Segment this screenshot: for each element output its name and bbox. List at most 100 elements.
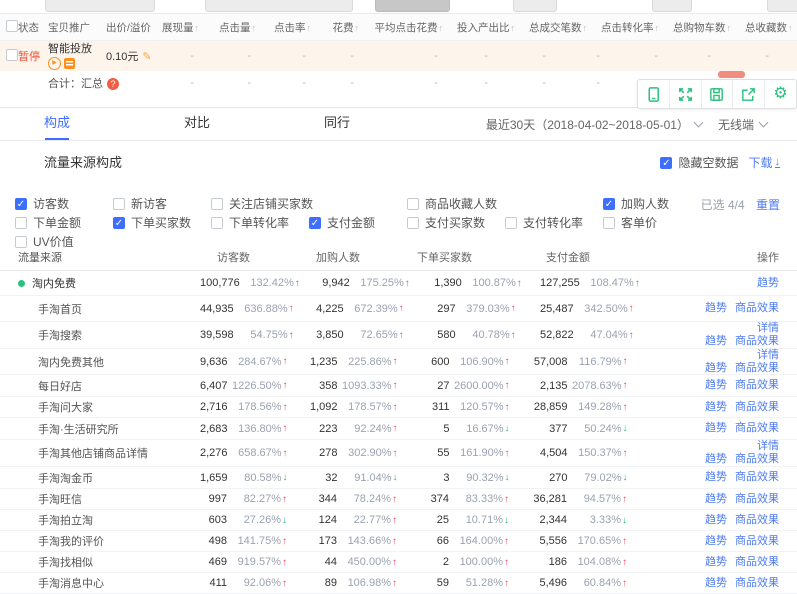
terminal-selector[interactable]: 无线端 [718,116,767,133]
edit-bid-icon[interactable]: ✎ [142,51,151,63]
metric-checkbox-关注店铺买家数[interactable]: 关注店铺买家数 [211,194,407,213]
toolbar-button-3[interactable] [375,0,450,12]
checkbox-icon[interactable]: ✓ [15,198,27,210]
product-effect-link[interactable]: 商品效果 [735,514,779,526]
product-effect-link[interactable]: 商品效果 [735,401,779,413]
trend-link[interactable]: 趋势 [705,362,727,374]
gear-icon-button[interactable]: ⚙ [765,80,796,108]
metric-checkbox-客单价[interactable]: 客单价 [603,213,701,232]
product-effect-link[interactable]: 商品效果 [735,471,779,483]
column-header[interactable]: 宝贝推广 [48,20,106,35]
metric-checkbox-商品收藏人数[interactable]: 商品收藏人数 [407,194,603,213]
column-header[interactable]: 状态 [18,20,48,35]
checkbox-icon[interactable]: ✓ [309,217,321,229]
sort-arrow-icon[interactable]: ↑ [252,23,257,33]
tab-对比[interactable]: 对比 [184,112,210,140]
sort-arrow-icon[interactable]: ↑ [511,23,516,33]
sort-arrow-icon[interactable]: ↑ [195,23,200,33]
trend-link[interactable]: 趋势 [705,471,727,483]
checkbox-icon[interactable]: ✓ [603,198,615,210]
checkbox-icon[interactable] [15,217,27,229]
sort-arrow-icon[interactable]: ↑ [655,23,660,33]
detail-link[interactable]: 详情 [757,349,779,361]
reset-link[interactable]: 重置 [756,198,780,212]
column-header[interactable]: 点击转化率↑ [601,20,673,35]
product-effect-link[interactable]: 商品效果 [735,379,779,391]
toolbar-button-6[interactable] [767,0,797,12]
download-icon[interactable]: ↓ [775,157,781,168]
product-effect-link[interactable]: 商品效果 [735,335,779,347]
sort-arrow-icon[interactable]: ↑ [439,23,444,33]
save-icon-button[interactable] [702,80,734,108]
metric-checkbox-访客数[interactable]: ✓访客数 [15,194,113,213]
metric-checkbox-支付转化率[interactable]: 支付转化率 [505,213,603,232]
sort-arrow-icon[interactable]: ↑ [788,23,793,33]
download-link[interactable]: 下载 [748,154,772,171]
column-header[interactable]: 总成交笔数↑ [529,20,601,35]
red-button-fragment[interactable] [718,71,745,78]
toolbar-button-4[interactable] [513,0,557,12]
trend-link[interactable]: 趋势 [705,422,727,434]
trend-link[interactable]: 趋势 [705,577,727,589]
expand-icon-button[interactable] [670,80,702,108]
date-range-selector[interactable]: 最近30天（2018-04-02~2018-05-01） [486,116,702,133]
trend-link[interactable]: 趋势 [705,302,727,314]
checkbox-icon[interactable] [407,217,419,229]
product-effect-link[interactable]: 商品效果 [735,556,779,568]
column-header[interactable]: 平均点击花费↑ [373,20,457,35]
trend-link[interactable]: 趋势 [705,493,727,505]
checkbox-icon[interactable] [505,217,517,229]
hide-empty-checkbox[interactable]: ✓ [660,157,672,169]
checkbox-icon[interactable] [603,217,615,229]
column-header[interactable]: 投入产出比↑ [457,20,529,35]
product-effect-link[interactable]: 商品效果 [735,302,779,314]
checkbox-icon[interactable] [113,198,125,210]
metric-checkbox-支付金额[interactable]: ✓支付金额 [309,213,407,232]
share-icon-button[interactable] [733,80,765,108]
toolbar-button-5[interactable] [652,0,692,12]
checkbox-icon[interactable] [407,198,419,210]
campaign-name[interactable]: 智能投放 [48,43,106,55]
chat-icon[interactable] [64,58,75,69]
column-header[interactable]: 总购物车数↑ [673,20,745,35]
mobile-icon-button[interactable] [638,80,670,108]
trend-link[interactable]: 趋势 [705,535,727,547]
row-checkbox[interactable] [6,49,18,61]
column-header[interactable]: 点击量↑ [213,20,270,35]
metric-checkbox-下单转化率[interactable]: 下单转化率 [211,213,309,232]
metric-checkbox-下单金额[interactable]: 下单金额 [15,213,113,232]
column-header[interactable]: 出价/溢价 [106,20,162,35]
trend-link[interactable]: 趋势 [705,379,727,391]
column-header[interactable]: 展现量↑ [162,20,213,35]
sort-arrow-icon[interactable]: ↑ [727,23,732,33]
play-icon[interactable]: ▶ [48,57,61,70]
toolbar-button-2[interactable] [205,0,353,12]
help-icon[interactable]: ? [107,78,119,90]
product-effect-link[interactable]: 商品效果 [735,422,779,434]
sort-arrow-icon[interactable]: ↑ [307,23,312,33]
product-effect-link[interactable]: 商品效果 [735,362,779,374]
product-effect-link[interactable]: 商品效果 [735,535,779,547]
sort-arrow-icon[interactable]: ↑ [583,23,588,33]
column-header[interactable]: 总收藏数↑ [745,20,797,35]
toolbar-button-1[interactable] [45,0,155,12]
trend-link[interactable]: 趋势 [757,277,779,289]
column-header[interactable]: 花费↑ [325,20,373,35]
tab-同行[interactable]: 同行 [324,112,350,140]
trend-link[interactable]: 趋势 [705,556,727,568]
metric-checkbox-下单买家数[interactable]: ✓下单买家数 [113,213,211,232]
checkbox-icon[interactable] [211,198,223,210]
trend-link[interactable]: 趋势 [705,453,727,465]
metric-checkbox-新访客[interactable]: 新访客 [113,194,211,213]
tab-构成[interactable]: 构成 [44,112,70,140]
trend-link[interactable]: 趋势 [705,335,727,347]
product-effect-link[interactable]: 商品效果 [735,453,779,465]
detail-link[interactable]: 详情 [757,440,779,452]
sort-arrow-icon[interactable]: ↑ [355,23,360,33]
select-all-checkbox[interactable] [6,20,18,32]
detail-link[interactable]: 详情 [757,322,779,334]
checkbox-icon[interactable] [211,217,223,229]
trend-link[interactable]: 趋势 [705,401,727,413]
column-header[interactable]: 点击率↑ [270,20,325,35]
product-effect-link[interactable]: 商品效果 [735,493,779,505]
